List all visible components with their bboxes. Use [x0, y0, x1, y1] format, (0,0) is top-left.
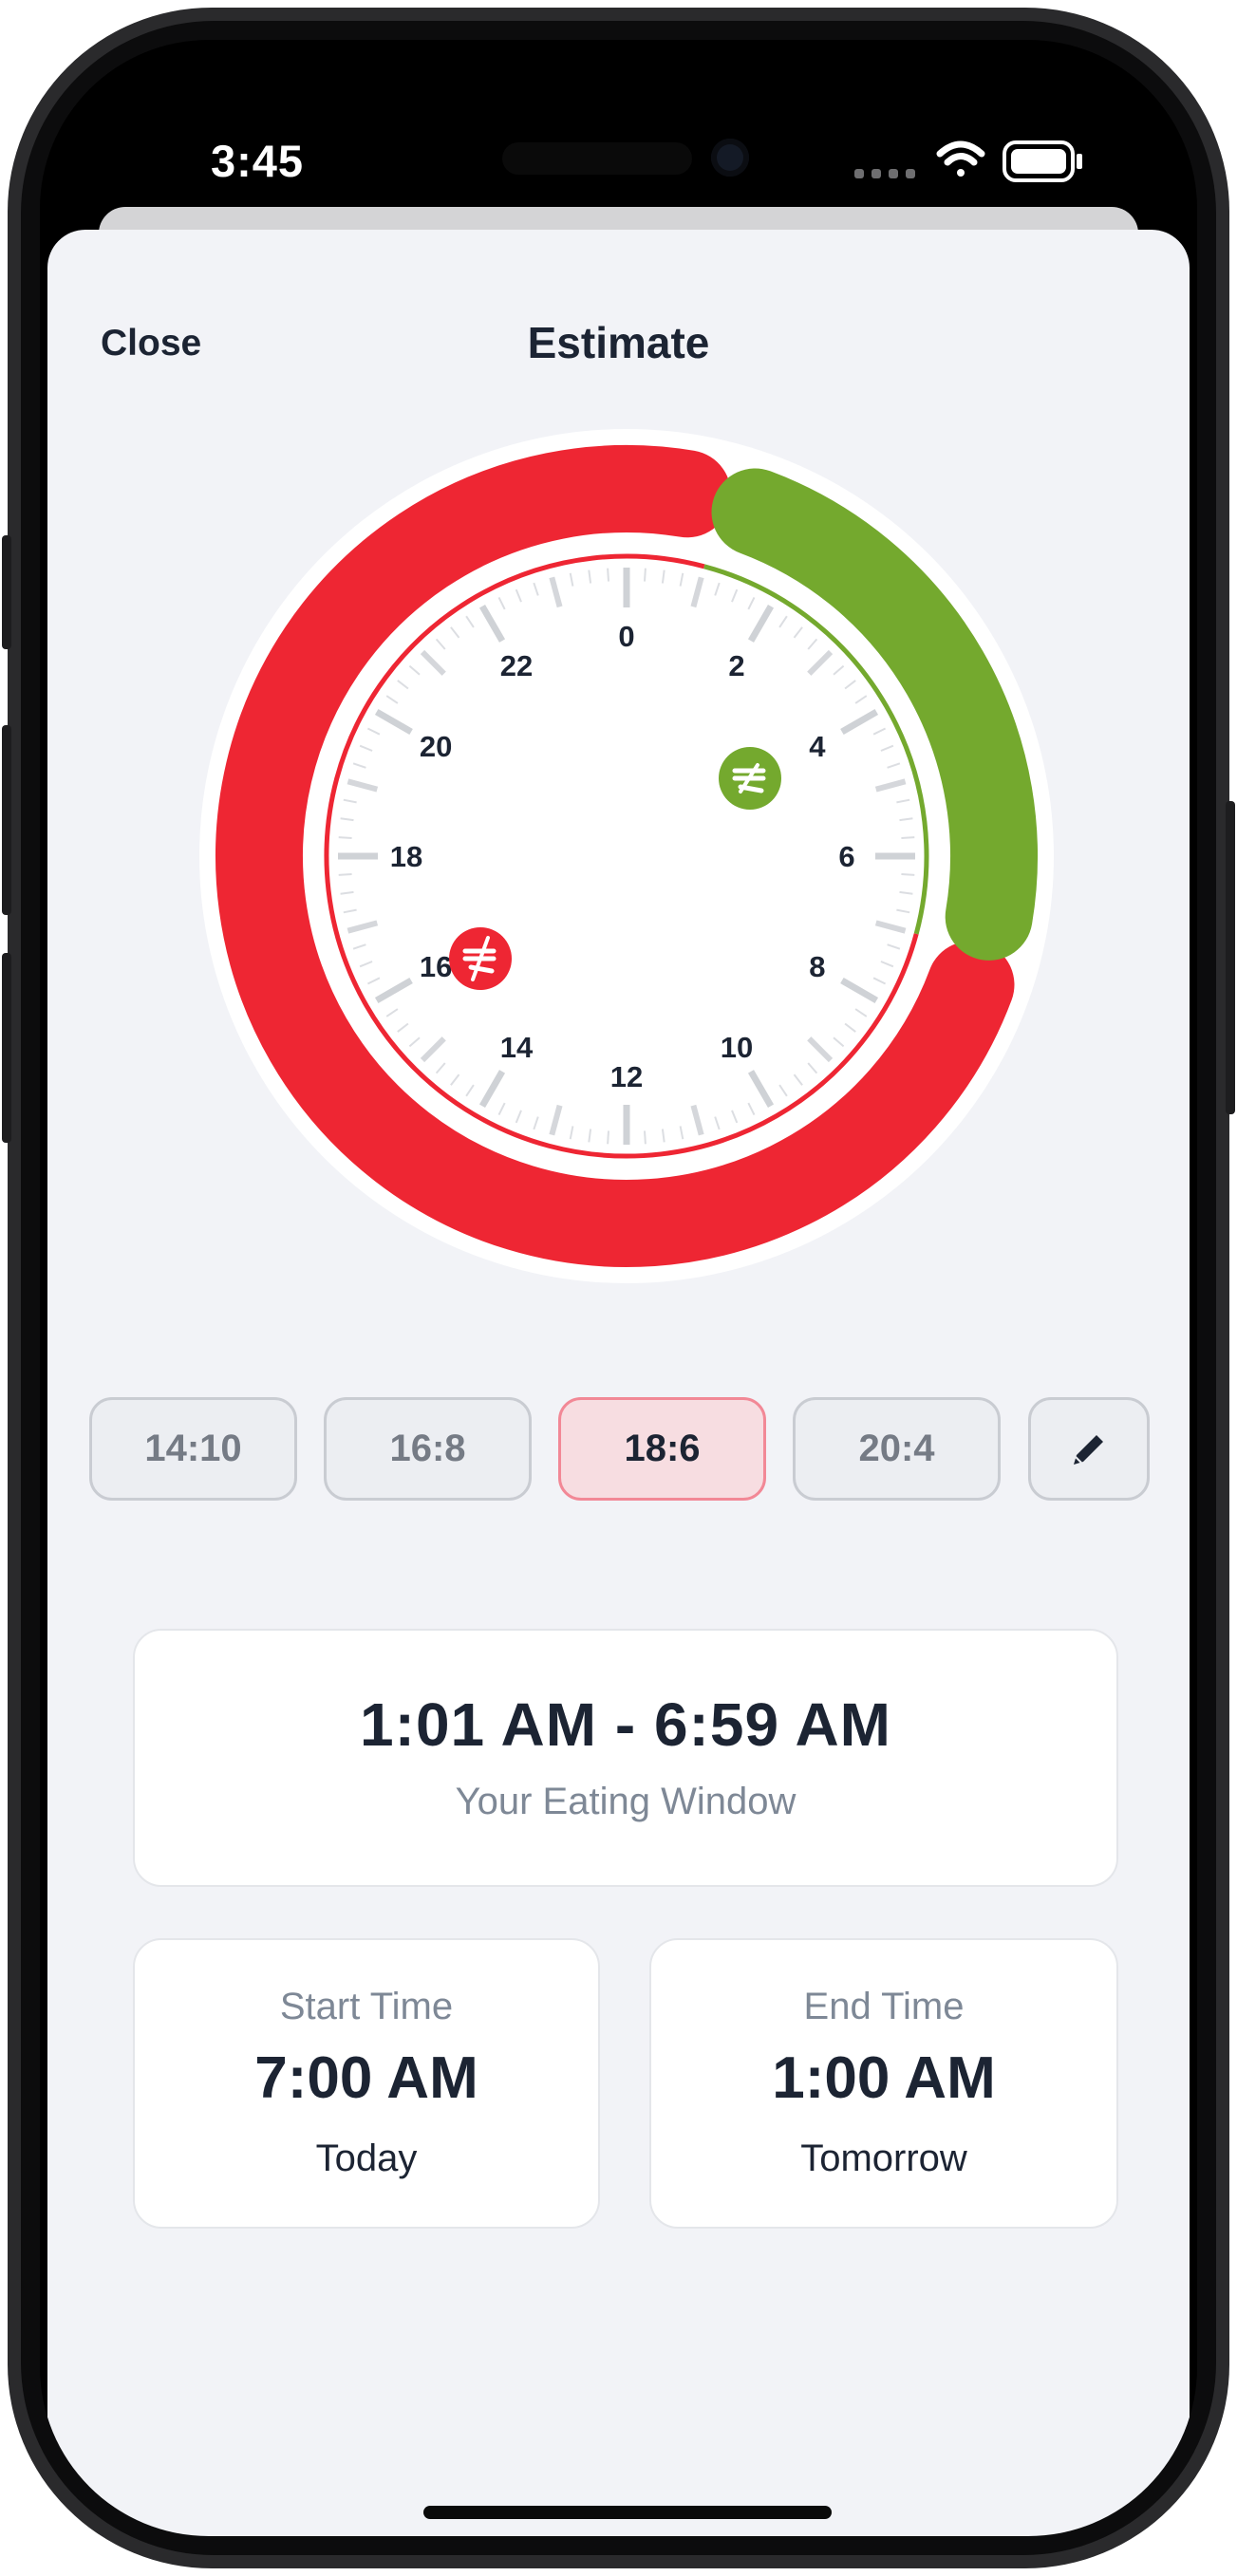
estimate-sheet: Close Estimate 0 2 4 6 8 10 12 14 16 18 20 22 14:10…: [47, 230, 1190, 2536]
screen: 3:45 Close Estimate 0 2 4 6 8 10 12 14 1…: [40, 40, 1197, 2536]
status-time: 3:45: [211, 136, 305, 186]
hour-label: 22: [500, 649, 533, 682]
clock-tick: [901, 873, 915, 876]
camera-icon: [711, 139, 749, 177]
hour-label: 14: [500, 1031, 534, 1064]
dynamic-island: [462, 106, 771, 211]
preset-20-4[interactable]: 20:4: [793, 1397, 1001, 1501]
clock-tick: [607, 1130, 609, 1145]
hour-label: 0: [618, 620, 634, 653]
hour-label: 16: [420, 950, 452, 983]
hour-label: 12: [610, 1060, 643, 1093]
hour-label: 20: [420, 730, 452, 763]
hour-label: 8: [809, 950, 825, 983]
end-time-label: End Time: [803, 1986, 965, 2027]
end-time-card[interactable]: End Time 1:00 AM Tomorrow: [649, 1938, 1118, 2229]
clock-tick: [338, 873, 352, 876]
home-indicator[interactable]: [423, 2506, 832, 2519]
eating-window-card: 1:01 AM - 6:59 AM Your Eating Window: [133, 1629, 1118, 1887]
action-button: [2, 535, 11, 649]
wifi-icon: [936, 140, 985, 177]
fast-start-icon[interactable]: [449, 927, 512, 990]
eating-window-label: Your Eating Window: [455, 1781, 797, 1822]
end-time-day: Tomorrow: [800, 2137, 967, 2179]
hour-label: 4: [809, 730, 826, 763]
volume-down-button: [2, 953, 11, 1143]
eat-start-icon[interactable]: [719, 747, 781, 810]
hour-label: 10: [721, 1031, 753, 1064]
hour-label: 6: [838, 840, 854, 873]
clock-tick: [607, 568, 609, 582]
clock-tick: [644, 568, 647, 582]
end-time-value: 1:00 AM: [772, 2045, 996, 2111]
eating-window-range: 1:01 AM - 6:59 AM: [360, 1690, 891, 1759]
preset-18-6[interactable]: 18:6: [558, 1397, 766, 1501]
island-sensor: [502, 142, 692, 175]
edit-preset-button[interactable]: [1028, 1397, 1150, 1501]
page-title: Estimate: [527, 318, 710, 367]
clock-tick: [338, 836, 352, 839]
preset-row: 14:10 16:8 18:6 20:4: [89, 1397, 1162, 1506]
preset-16-8[interactable]: 16:8: [324, 1397, 532, 1501]
battery-icon: [1003, 140, 1082, 182]
fasting-dial[interactable]: 0 2 4 6 8 10 12 14 16 18 20 22: [199, 429, 1054, 1283]
start-time-card[interactable]: Start Time 7:00 AM Today: [133, 1938, 600, 2229]
clock-tick: [644, 1130, 647, 1145]
volume-up-button: [2, 725, 11, 915]
hour-label: 2: [728, 649, 744, 682]
clock-tick: [901, 836, 915, 839]
signal-dots-icon: [854, 169, 915, 178]
pencil-icon: [1074, 1434, 1103, 1465]
start-time-value: 7:00 AM: [254, 2045, 478, 2111]
preset-14-10[interactable]: 14:10: [89, 1397, 297, 1501]
status-icons: [854, 135, 1149, 196]
start-time-day: Today: [315, 2137, 418, 2179]
hour-label: 18: [390, 840, 422, 873]
power-button: [1226, 801, 1235, 1114]
start-time-label: Start Time: [279, 1986, 454, 2027]
